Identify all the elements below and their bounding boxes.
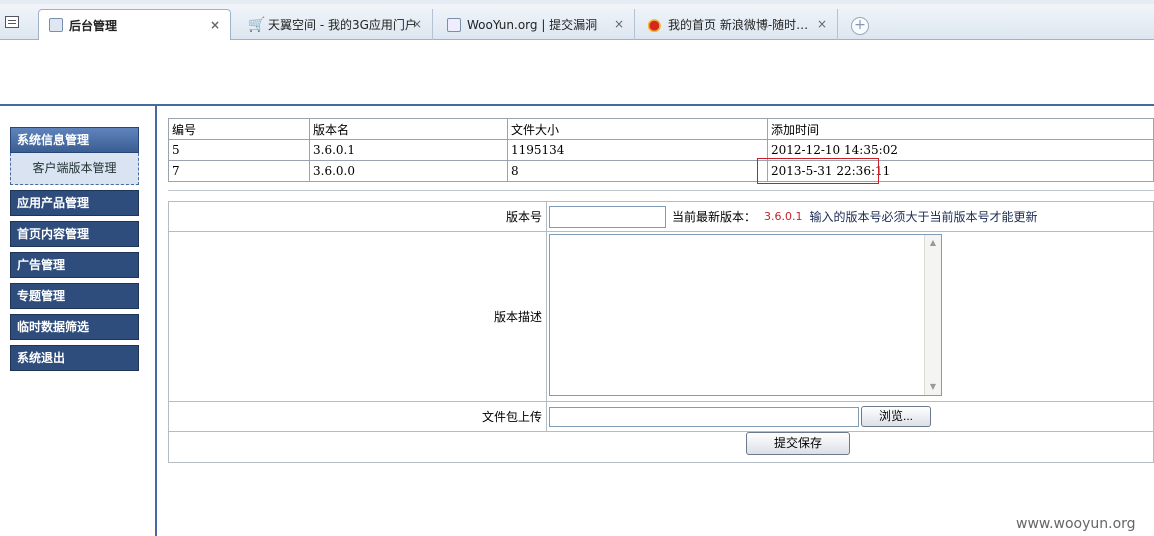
browser-tab-strip: 后台管理 × 🛒 天翼空间 - 我的3G应用门户 × WooYun.org | …	[0, 0, 1154, 40]
column-header-file-size: 文件大小	[507, 118, 768, 140]
form-row-submit: 提交保存	[169, 432, 1153, 462]
column-header-id: 编号	[168, 118, 310, 140]
close-icon[interactable]: ×	[614, 17, 624, 31]
latest-version-value: 3.6.0.1	[764, 210, 803, 223]
description-label: 版本描述	[169, 232, 547, 401]
cell-id: 5	[168, 139, 310, 161]
form-row-description: 版本描述 ▲ ▼	[169, 232, 1153, 402]
version-form: 版本号 当前最新版本： 3.6.0.1 输入的版本号必须大于当前版本号才能更新 …	[168, 201, 1154, 463]
form-row-version: 版本号 当前最新版本： 3.6.0.1 输入的版本号必须大于当前版本号才能更新	[169, 202, 1153, 232]
submit-cell: 提交保存	[169, 432, 1153, 462]
tab-title: 后台管理	[69, 18, 118, 33]
sidebar-item-app-products[interactable]: 应用产品管理	[10, 190, 139, 216]
description-cell: ▲ ▼	[547, 232, 1153, 401]
column-header-added-time: 添加时间	[767, 118, 1154, 140]
tab-title: 天翼空间 - 我的3G应用门户	[268, 18, 417, 32]
new-tab-icon[interactable]: +	[851, 17, 869, 35]
sidebar-item-temp-data[interactable]: 临时数据筛选	[10, 314, 139, 340]
table-row: 5 3.6.0.1 1195134 2012-12-10 14:35:02	[168, 139, 1154, 161]
sidebar-item-client-version[interactable]: 客户端版本管理	[10, 153, 139, 185]
cell-version-name: 3.6.0.0	[309, 160, 508, 182]
page-icon	[447, 17, 461, 32]
sidebar-divider	[155, 106, 157, 536]
tab-title: 我的首页 新浪微博-随时…	[668, 18, 809, 32]
header-divider	[0, 104, 1154, 106]
section-divider	[168, 190, 1154, 191]
tab-tianyi[interactable]: 🛒 天翼空间 - 我的3G应用门户 ×	[238, 9, 433, 40]
sidebar: 系统信息管理 客户端版本管理 应用产品管理 首页内容管理 广告管理 专题管理 临…	[10, 127, 139, 371]
window-menu-icon[interactable]	[5, 16, 19, 28]
latest-version-label: 当前最新版本：	[672, 210, 757, 224]
sidebar-item-home-content[interactable]: 首页内容管理	[10, 221, 139, 247]
close-icon[interactable]: ×	[817, 17, 827, 31]
sidebar-section-system-info[interactable]: 系统信息管理	[10, 127, 139, 153]
table-header-row: 编号 版本名 文件大小 添加时间	[168, 118, 1154, 140]
browse-button[interactable]: 浏览...	[861, 406, 931, 427]
tab-weibo[interactable]: 我的首页 新浪微博-随时… ×	[638, 9, 838, 40]
version-label: 版本号	[169, 202, 547, 231]
tab-strip-top-edge	[0, 0, 1154, 4]
version-rule-hint: 输入的版本号必须大于当前版本号才能更新	[809, 210, 1038, 224]
sidebar-item-ads[interactable]: 广告管理	[10, 252, 139, 278]
cart-icon: 🛒	[248, 16, 266, 33]
scroll-down-icon[interactable]: ▼	[928, 381, 938, 393]
form-row-upload: 文件包上传 浏览...	[169, 402, 1153, 432]
column-header-version-name: 版本名	[309, 118, 508, 140]
description-textarea[interactable]: ▲ ▼	[549, 234, 942, 396]
cell-file-size: 8	[507, 160, 768, 182]
watermark: www.wooyun.org	[1016, 516, 1136, 532]
tab-wooyun[interactable]: WooYun.org | 提交漏洞 ×	[437, 9, 635, 40]
highlight-box	[757, 158, 879, 184]
sidebar-item-logout[interactable]: 系统退出	[10, 345, 139, 371]
tab-admin[interactable]: 后台管理 ×	[38, 9, 231, 40]
submit-button[interactable]: 提交保存	[746, 432, 850, 455]
upload-cell: 浏览...	[547, 402, 1153, 431]
tab-title: WooYun.org | 提交漏洞	[467, 18, 598, 32]
cell-version-name: 3.6.0.1	[309, 139, 508, 161]
upload-label: 文件包上传	[169, 402, 547, 431]
close-icon[interactable]: ×	[412, 17, 422, 31]
file-path-input[interactable]	[549, 406, 859, 427]
weibo-icon	[648, 17, 662, 32]
scroll-up-icon[interactable]: ▲	[928, 237, 938, 249]
close-icon[interactable]: ×	[210, 18, 220, 32]
table-row: 7 3.6.0.0 8 2013-5-31 22:36:11	[168, 160, 1154, 182]
admin-page-icon	[49, 18, 63, 32]
cell-file-size: 1195134	[507, 139, 768, 161]
sidebar-item-topics[interactable]: 专题管理	[10, 283, 139, 309]
version-cell: 当前最新版本： 3.6.0.1 输入的版本号必须大于当前版本号才能更新	[547, 202, 1153, 231]
version-table: 编号 版本名 文件大小 添加时间 5 3.6.0.1 1195134 2012-…	[168, 118, 1154, 182]
cell-id: 7	[168, 160, 310, 182]
version-input[interactable]	[549, 205, 666, 228]
textarea-scrollbar[interactable]: ▲ ▼	[924, 235, 941, 395]
